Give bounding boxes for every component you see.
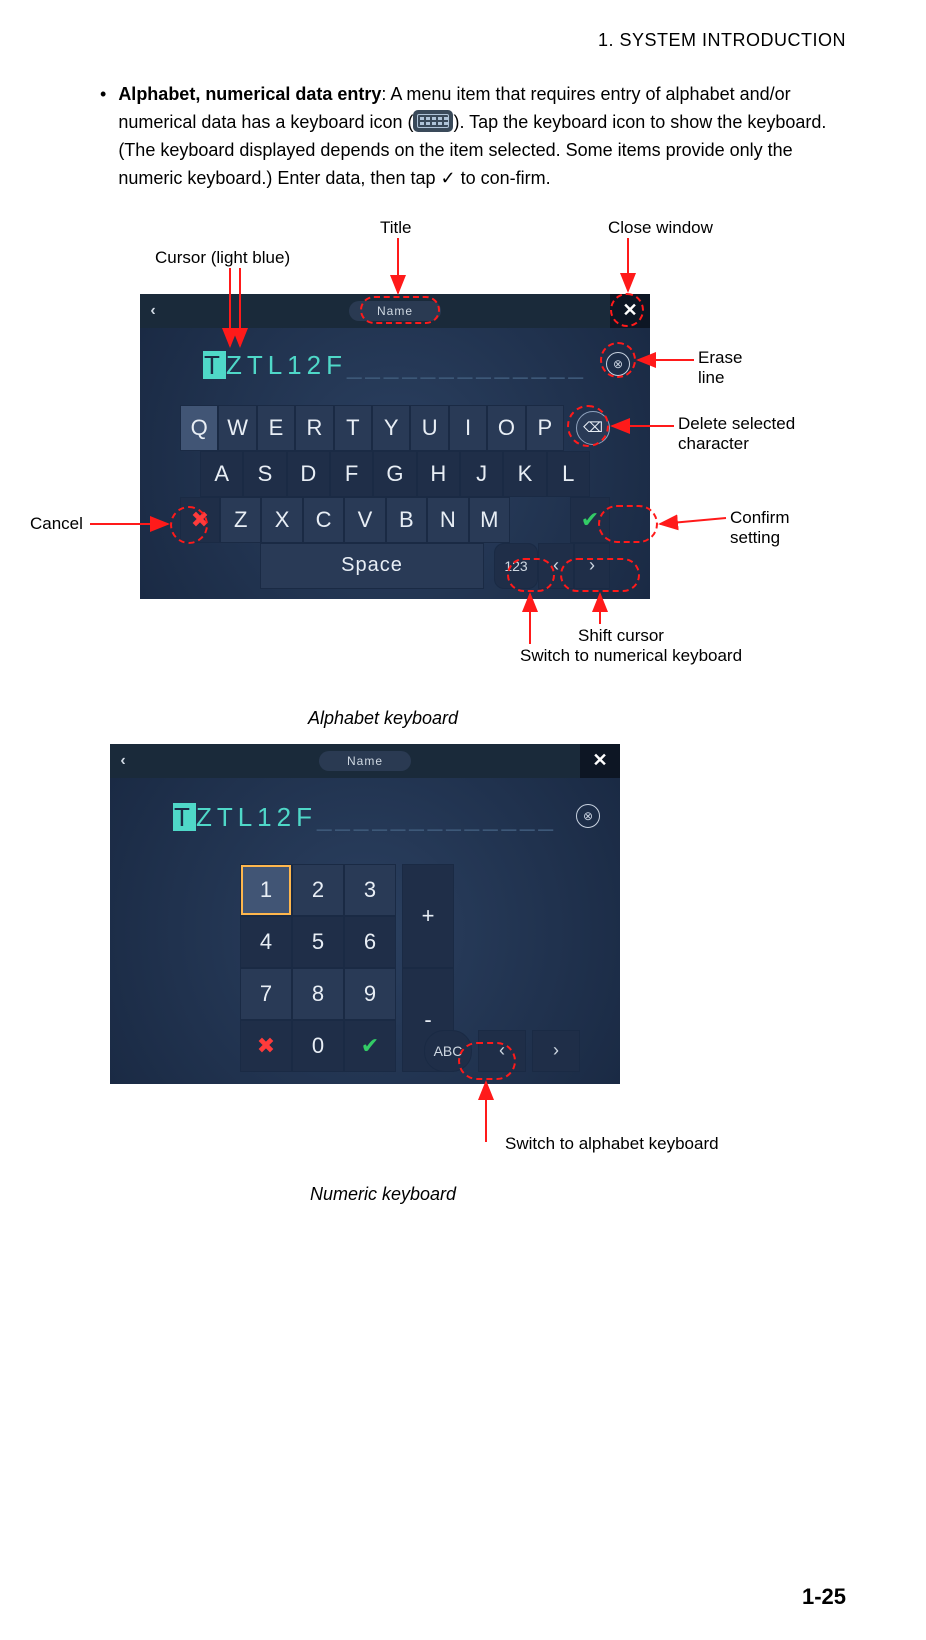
numkey-9[interactable]: 9 <box>344 968 396 1020</box>
key-s[interactable]: S <box>243 451 286 497</box>
key-e[interactable]: E <box>257 405 295 451</box>
close-button[interactable]: ✕ <box>610 294 650 328</box>
key-g[interactable]: G <box>373 451 416 497</box>
numkey-0[interactable]: 0 <box>292 1020 344 1072</box>
caption-numeric: Numeric keyboard <box>0 1184 846 1205</box>
mode-switch-123[interactable]: 123 <box>494 543 538 589</box>
section-header: 1. SYSTEM INTRODUCTION <box>100 30 846 51</box>
placeholder-text-2: _____________ <box>317 802 557 832</box>
key-q[interactable]: Q <box>180 405 218 451</box>
space-key[interactable]: Space <box>260 543 484 589</box>
numkey-8[interactable]: 8 <box>292 968 344 1020</box>
numkey-2[interactable]: 2 <box>292 864 344 916</box>
alphabet-keyboard-figure: Title Close window Cursor (light blue) E… <box>80 218 840 698</box>
caption-alpha: Alphabet keyboard <box>0 708 846 729</box>
erase-line-button[interactable]: ⊗ <box>606 352 630 376</box>
key-v[interactable]: V <box>344 497 385 543</box>
key-k[interactable]: K <box>503 451 546 497</box>
key-h[interactable]: H <box>417 451 460 497</box>
annotation-shift-cursor: Shift cursor <box>578 626 664 646</box>
key-row-3: ✖ Z X C V B N M ✔ <box>180 497 610 543</box>
key-y[interactable]: Y <box>372 405 410 451</box>
cursor-right-button[interactable]: › <box>574 543 610 589</box>
annotation-delete-char: Delete selectedcharacter <box>678 414 795 455</box>
annotation-cancel: Cancel <box>30 514 83 534</box>
key-row-2: A S D F G H J K L <box>180 451 610 497</box>
key-i[interactable]: I <box>449 405 487 451</box>
annotation-confirm: Confirmsetting <box>730 508 790 549</box>
keyboard-icon <box>413 110 453 132</box>
entered-text-2: ZTL12F <box>196 802 317 832</box>
key-u[interactable]: U <box>410 405 448 451</box>
input-display: TZTL12F_____________ <box>140 350 650 381</box>
key-c[interactable]: C <box>303 497 344 543</box>
key-b[interactable]: B <box>386 497 427 543</box>
numpad-right-controls: ABC ‹ › <box>424 1030 580 1072</box>
num-confirm-button[interactable]: ✔ <box>344 1020 396 1072</box>
key-r[interactable]: R <box>295 405 333 451</box>
key-f[interactable]: F <box>330 451 373 497</box>
key-t[interactable]: T <box>334 405 372 451</box>
numeric-keyboard-device: ‹ Name ✕ TZTL12F_____________ ⊗ 1 2 <box>110 744 620 1084</box>
erase-line-button-2[interactable]: ⊗ <box>576 804 600 828</box>
numkey-4[interactable]: 4 <box>240 916 292 968</box>
back-button-2[interactable]: ‹ <box>110 752 136 770</box>
annotation-erase-line: Eraseline <box>698 348 742 389</box>
annotation-switch-num: Switch to numerical keyboard <box>520 646 742 666</box>
key-w[interactable]: W <box>218 405 256 451</box>
key-d[interactable]: D <box>287 451 330 497</box>
key-x[interactable]: X <box>261 497 302 543</box>
bullet-title: Alphabet, numerical data entry <box>118 84 381 104</box>
annotation-switch-abc: Switch to alphabet keyboard <box>505 1134 719 1154</box>
key-p[interactable]: P <box>526 405 564 451</box>
bullet-marker: • <box>100 81 106 193</box>
annotation-title: Title <box>380 218 412 238</box>
annotation-close-window: Close window <box>608 218 713 238</box>
key-j[interactable]: J <box>460 451 503 497</box>
confirm-button[interactable]: ✔ <box>570 497 610 543</box>
entered-text: ZTL12F <box>226 350 347 380</box>
close-button-2[interactable]: ✕ <box>580 744 620 778</box>
placeholder-text: _____________ <box>347 350 587 380</box>
bullet-text: Alphabet, numerical data entry: A menu i… <box>118 81 846 193</box>
backspace-button[interactable]: ⌫ <box>576 411 610 445</box>
device-header: ‹ Name ✕ <box>140 294 650 328</box>
device-header-2: ‹ Name ✕ <box>110 744 620 778</box>
numeric-pad: 1 2 3 4 5 6 7 8 <box>240 864 454 1072</box>
numkey-1[interactable]: 1 <box>240 864 292 916</box>
cancel-button[interactable]: ✖ <box>180 497 220 543</box>
cursor-left-button-2[interactable]: ‹ <box>478 1030 526 1072</box>
back-button[interactable]: ‹ <box>140 302 166 320</box>
key-a[interactable]: A <box>200 451 243 497</box>
key-l[interactable]: L <box>547 451 590 497</box>
numkey-7[interactable]: 7 <box>240 968 292 1020</box>
bullet-paragraph: • Alphabet, numerical data entry: A menu… <box>100 81 846 193</box>
window-title-2: Name <box>319 751 411 771</box>
key-o[interactable]: O <box>487 405 525 451</box>
key-row-1: Q W E R T Y U I O P ⌫ <box>180 405 610 451</box>
cursor-left-button[interactable]: ‹ <box>538 543 574 589</box>
plus-key[interactable]: + <box>402 864 454 968</box>
check-icon: ✓ <box>441 168 456 188</box>
key-m[interactable]: M <box>469 497 510 543</box>
num-cancel-button[interactable]: ✖ <box>240 1020 292 1072</box>
key-z[interactable]: Z <box>220 497 261 543</box>
cursor-right-button-2[interactable]: › <box>532 1030 580 1072</box>
numeric-keyboard-figure: ‹ Name ✕ TZTL12F_____________ ⊗ 1 2 <box>110 744 810 1184</box>
mode-switch-abc[interactable]: ABC <box>424 1030 472 1072</box>
numkey-5[interactable]: 5 <box>292 916 344 968</box>
page-number: 1-25 <box>802 1584 846 1610</box>
window-title: Name <box>349 301 441 321</box>
numkey-3[interactable]: 3 <box>344 864 396 916</box>
alpha-keyboard-device: ‹ Name ✕ TZTL12F_____________ ⊗ Q W E R … <box>140 294 650 599</box>
cursor-char-2: T <box>173 803 196 832</box>
numkey-6[interactable]: 6 <box>344 916 396 968</box>
cursor-char: T <box>203 351 226 380</box>
annotation-cursor: Cursor (light blue) <box>155 248 290 268</box>
key-row-4: Space 123 ‹ › <box>180 543 610 589</box>
key-n[interactable]: N <box>427 497 468 543</box>
input-display-2: TZTL12F_____________ <box>110 802 620 833</box>
bullet-text-3: to con-firm. <box>456 168 551 188</box>
